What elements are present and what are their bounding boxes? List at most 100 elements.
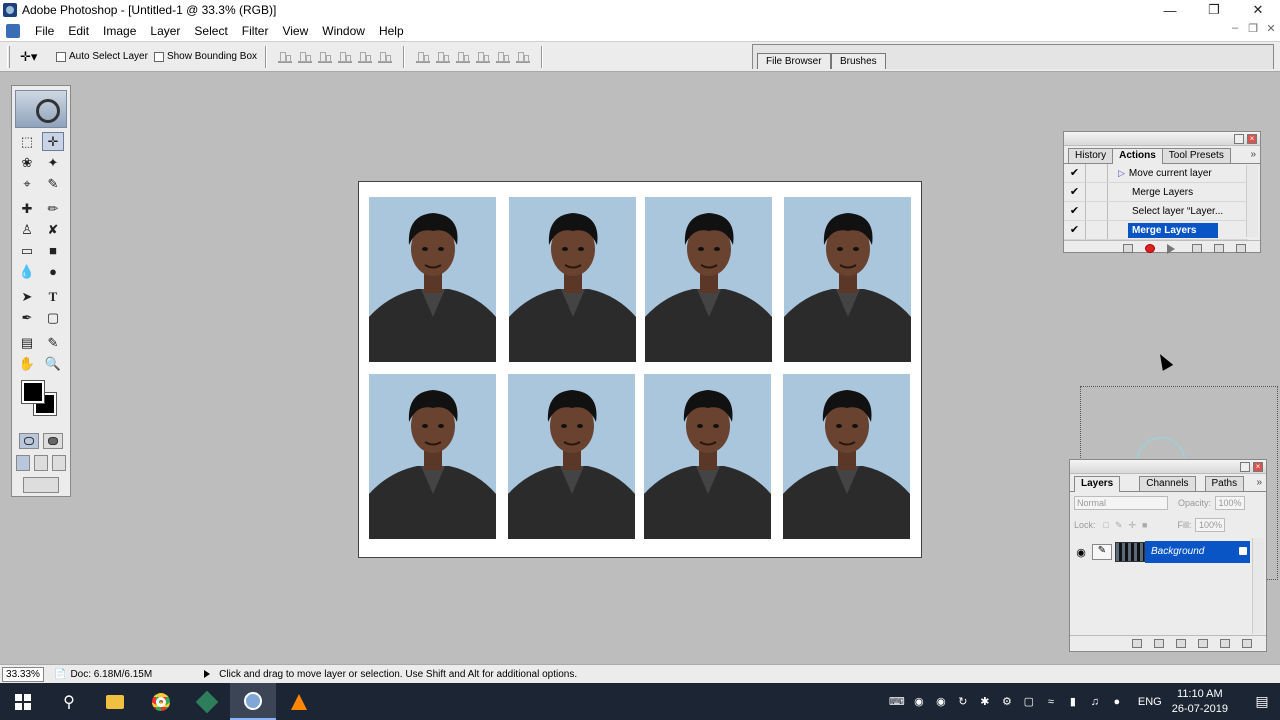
layer-row[interactable]: ◉ ✎ Background bbox=[1070, 540, 1266, 564]
volume-icon[interactable]: ♫ bbox=[1084, 696, 1106, 708]
menu-help[interactable]: Help bbox=[372, 24, 411, 38]
menu-edit[interactable]: Edit bbox=[61, 24, 96, 38]
standard-screen-icon[interactable] bbox=[16, 455, 30, 471]
stop-icon[interactable] bbox=[1123, 244, 1133, 253]
clock[interactable]: 11:10 AM 26-07-2019 bbox=[1172, 687, 1228, 717]
action-toggle-check[interactable]: ✔ bbox=[1064, 202, 1086, 220]
layer-brush-icon[interactable]: ✎ bbox=[1092, 544, 1112, 560]
clone-stamp-icon[interactable]: ♙ bbox=[16, 220, 38, 239]
notification-icon[interactable]: ▤ bbox=[1244, 693, 1280, 710]
norton-icon[interactable]: ● bbox=[1106, 696, 1128, 708]
brush-icon[interactable]: ✏ bbox=[42, 199, 64, 218]
blend-mode-select[interactable]: Normal bbox=[1074, 496, 1168, 510]
tab-channels[interactable]: Channels bbox=[1139, 476, 1196, 491]
hand-icon[interactable]: ✋ bbox=[16, 354, 38, 373]
document-icon[interactable] bbox=[6, 23, 20, 38]
history-brush-icon[interactable]: ✘ bbox=[42, 220, 64, 239]
network-app-icon[interactable]: ⚙ bbox=[996, 695, 1018, 708]
restore-icon[interactable]: ❐ bbox=[1192, 0, 1236, 20]
palette-menu-icon[interactable]: » bbox=[1256, 477, 1262, 488]
brushes-tab[interactable]: Brushes bbox=[831, 53, 886, 69]
distribute-bottom-icon[interactable] bbox=[456, 51, 471, 63]
full-screen-icon[interactable] bbox=[52, 455, 66, 471]
eyedropper-icon[interactable]: ✎ bbox=[42, 333, 64, 352]
distribute-right-icon[interactable] bbox=[516, 51, 531, 63]
layers-palette-titlebar[interactable]: × bbox=[1070, 460, 1266, 474]
chat-icon[interactable]: ▢ bbox=[1018, 695, 1040, 708]
slice-icon[interactable]: ✎ bbox=[42, 174, 64, 193]
gradient-icon[interactable]: ■ bbox=[42, 241, 64, 260]
minimize-icon[interactable]: — bbox=[1148, 0, 1192, 20]
standard-mode-icon[interactable] bbox=[19, 433, 39, 449]
actions-scrollbar[interactable] bbox=[1246, 165, 1258, 237]
palette-minimize-icon[interactable] bbox=[1240, 462, 1250, 472]
palette-minimize-icon[interactable] bbox=[1234, 134, 1244, 144]
keyboard-icon[interactable]: ⌨ bbox=[886, 695, 908, 708]
new-group-icon[interactable] bbox=[1176, 639, 1186, 648]
align-bottom-icon[interactable] bbox=[318, 51, 333, 63]
status-menu-arrow-icon[interactable] bbox=[204, 670, 211, 678]
doc-restore-icon[interactable]: ❐ bbox=[1244, 22, 1262, 35]
actions-palette-titlebar[interactable]: × bbox=[1064, 132, 1260, 146]
paint-icon[interactable]: ◉ bbox=[908, 695, 930, 708]
menu-select[interactable]: Select bbox=[187, 24, 234, 38]
jump-to-imageready-icon[interactable] bbox=[23, 477, 59, 493]
zoom-field[interactable]: 33.33% bbox=[2, 666, 44, 682]
expand-triangle-icon[interactable]: ▷ bbox=[1118, 168, 1125, 179]
vlc-icon[interactable] bbox=[276, 683, 322, 720]
new-action-icon[interactable] bbox=[1214, 244, 1224, 253]
new-layer-icon[interactable] bbox=[1220, 639, 1230, 648]
align-hcenter-icon[interactable] bbox=[358, 51, 373, 63]
show-bounding-box-checkbox[interactable]: Show Bounding Box bbox=[153, 51, 257, 62]
menu-window[interactable]: Window bbox=[315, 24, 372, 38]
close-icon[interactable]: ✕ bbox=[1236, 0, 1280, 20]
app-icon[interactable] bbox=[184, 683, 230, 720]
shape-icon[interactable]: ▢ bbox=[42, 308, 64, 327]
bounding-box-checkbox-box[interactable] bbox=[153, 51, 164, 62]
trash-icon[interactable] bbox=[1236, 244, 1246, 253]
language-indicator[interactable]: ENG bbox=[1138, 696, 1162, 708]
lock-transparent-icon[interactable]: □ bbox=[1104, 520, 1109, 530]
adjustment-layer-icon[interactable] bbox=[1198, 639, 1208, 648]
layers-scrollbar[interactable] bbox=[1252, 538, 1264, 634]
dialog-toggle[interactable] bbox=[1086, 183, 1108, 201]
start-icon[interactable] bbox=[0, 683, 46, 720]
wifi-icon[interactable]: ≈ bbox=[1040, 696, 1062, 708]
lasso-icon[interactable]: ❀ bbox=[16, 153, 38, 172]
layer-style-icon[interactable] bbox=[1132, 639, 1142, 648]
action-row[interactable]: ✔ ▷ Move current layer bbox=[1064, 164, 1248, 183]
auto-select-layer-checkbox[interactable]: Auto Select Layer bbox=[56, 51, 148, 62]
move-icon[interactable]: ✛ bbox=[42, 132, 64, 151]
photoshop-app-icon[interactable] bbox=[3, 3, 17, 17]
chrome-icon[interactable] bbox=[138, 683, 184, 720]
bluetooth-icon[interactable]: ✱ bbox=[974, 695, 996, 708]
path-selection-icon[interactable]: ➤ bbox=[16, 287, 38, 306]
healing-brush-icon[interactable]: ✚ bbox=[16, 199, 38, 218]
distribute-vcenter-icon[interactable] bbox=[436, 51, 451, 63]
file-explorer-icon[interactable] bbox=[92, 683, 138, 720]
pen-icon[interactable]: ✒ bbox=[16, 308, 38, 327]
eraser-icon[interactable]: ▭ bbox=[16, 241, 38, 260]
file-browser-tab[interactable]: File Browser bbox=[757, 53, 831, 69]
layer-name-background[interactable]: Background bbox=[1145, 541, 1250, 563]
lock-image-icon[interactable]: ✎ bbox=[1115, 520, 1123, 531]
lock-all-icon[interactable]: ■ bbox=[1142, 520, 1147, 530]
palette-close-icon[interactable]: × bbox=[1247, 134, 1257, 144]
tab-history[interactable]: History bbox=[1068, 148, 1114, 163]
trash-icon[interactable] bbox=[1242, 639, 1252, 648]
action-row[interactable]: ✔ Merge Layers bbox=[1064, 183, 1248, 202]
action-toggle-check[interactable]: ✔ bbox=[1064, 221, 1086, 239]
menu-layer[interactable]: Layer bbox=[143, 24, 187, 38]
doc-size-info[interactable]: Doc: 6.18M/6.15M bbox=[70, 669, 152, 680]
menu-filter[interactable]: Filter bbox=[235, 24, 276, 38]
distribute-hcenter-icon[interactable] bbox=[496, 51, 511, 63]
marquee-icon[interactable]: ⬚ bbox=[16, 132, 38, 151]
opacity-field[interactable]: 100% bbox=[1215, 496, 1246, 510]
visibility-eye-icon[interactable]: ◉ bbox=[1070, 546, 1092, 559]
layer-mask-icon[interactable] bbox=[1154, 639, 1164, 648]
dialog-toggle[interactable] bbox=[1086, 221, 1108, 239]
menu-image[interactable]: Image bbox=[96, 24, 143, 38]
play-icon[interactable] bbox=[1167, 243, 1180, 254]
foreground-color-swatch[interactable] bbox=[21, 380, 45, 404]
quick-mask-mode-icon[interactable] bbox=[43, 433, 63, 449]
